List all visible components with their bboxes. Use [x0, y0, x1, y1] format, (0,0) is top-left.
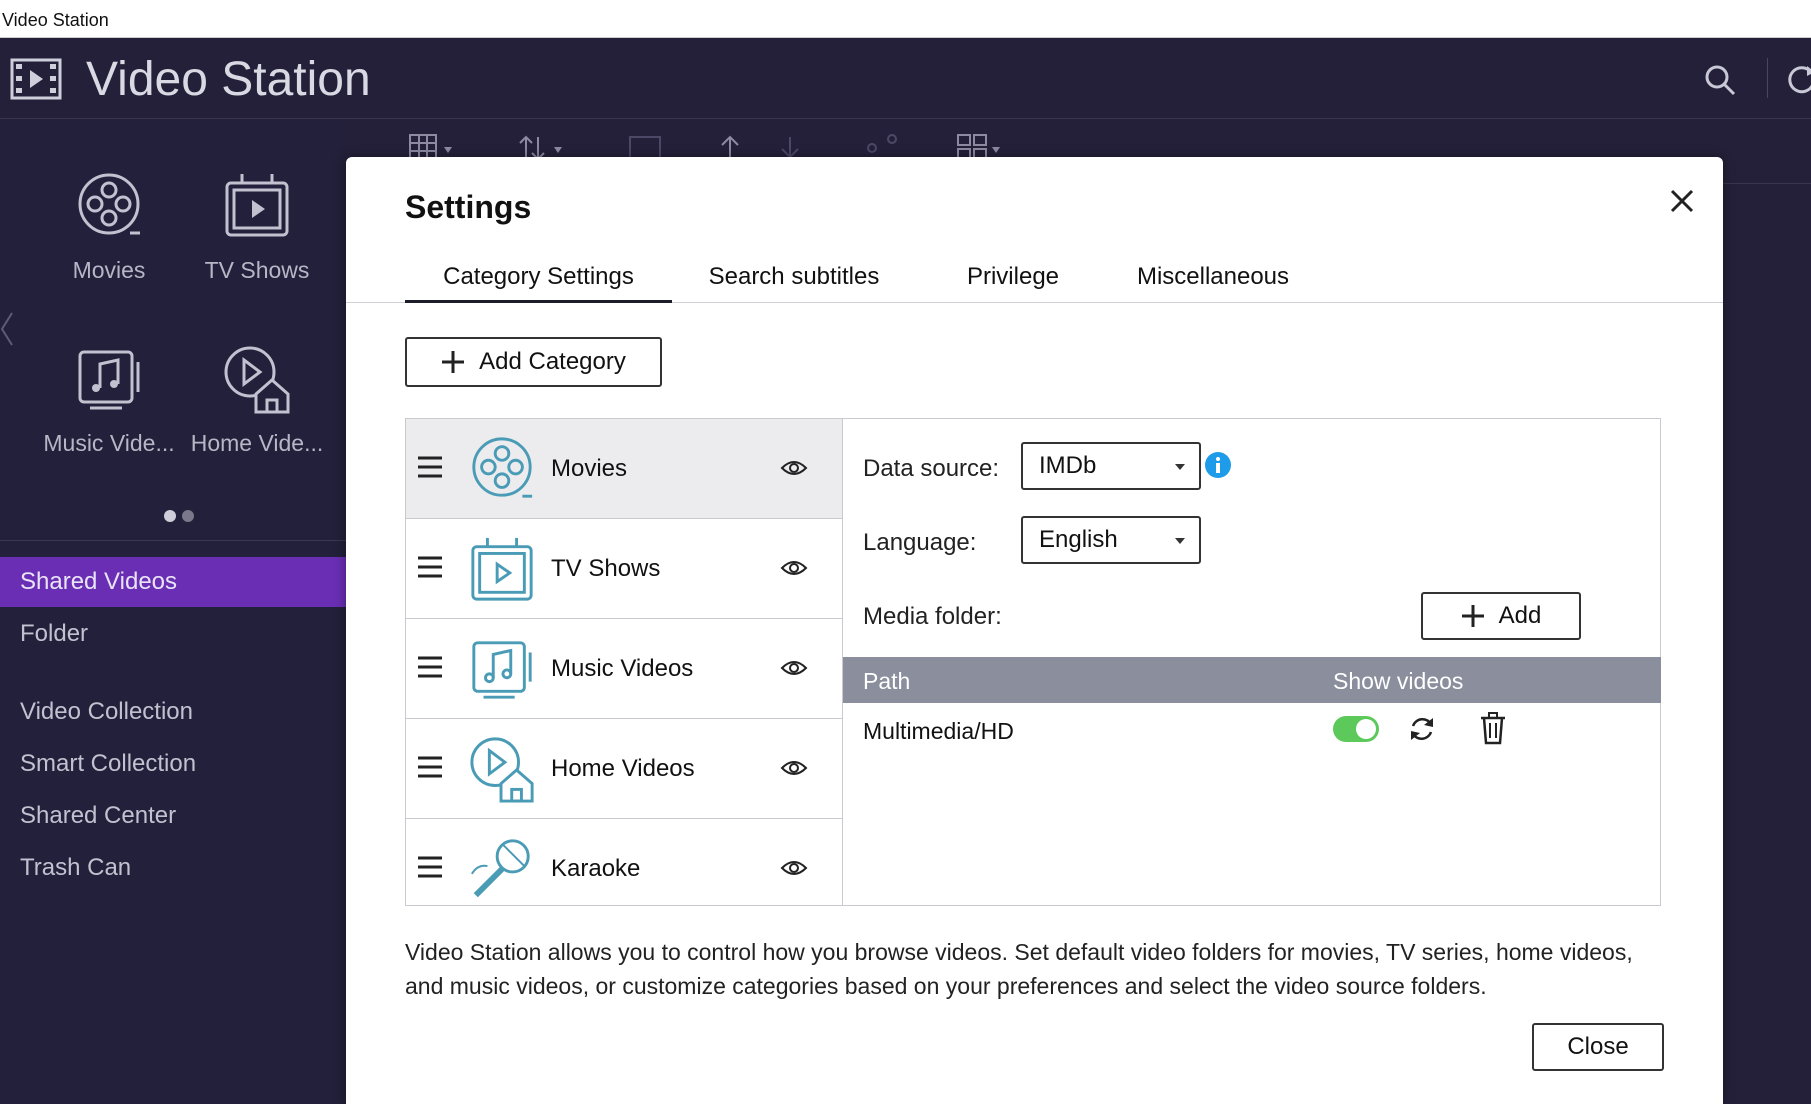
- category-name: TV Shows: [551, 555, 661, 582]
- eye-icon[interactable]: [780, 656, 808, 680]
- microphone-icon: [471, 839, 530, 898]
- language-value: English: [1039, 526, 1118, 553]
- refresh-icon[interactable]: [1785, 62, 1811, 98]
- search-icon[interactable]: [1703, 63, 1737, 97]
- drag-handle-icon[interactable]: [416, 554, 444, 580]
- sidebar-tile-label: TV Shows: [204, 257, 310, 283]
- language-label: Language:: [863, 529, 977, 556]
- plus-icon: [442, 351, 465, 373]
- drag-handle-icon[interactable]: [416, 854, 444, 880]
- content-area: [1722, 184, 1811, 1104]
- category-name: Movies: [551, 455, 628, 482]
- sidebar: Movies TV Shows Music Vide... Home Vide.…: [0, 119, 346, 1104]
- sidebar-tile-music-videos[interactable]: Music Vide...: [34, 344, 184, 457]
- eye-icon[interactable]: [780, 556, 808, 580]
- tab-bar: Category Settings Search subtitles Privi…: [346, 257, 1723, 303]
- app-header: Video Station: [0, 38, 1811, 119]
- eye-icon[interactable]: [780, 856, 808, 880]
- home-video-icon: [470, 737, 534, 803]
- nav-shared-videos[interactable]: Shared Videos: [0, 557, 346, 607]
- caret-down-icon: [1175, 464, 1185, 470]
- media-folder-label: Media folder:: [863, 603, 1002, 630]
- add-folder-label: Add: [1498, 602, 1542, 629]
- chevron-left-icon[interactable]: [0, 309, 14, 349]
- sidebar-tile-label: Movies: [72, 257, 146, 283]
- category-row-home-videos[interactable]: Home Videos: [406, 719, 842, 819]
- add-category-button[interactable]: Add Category: [405, 337, 662, 387]
- category-list: Movies TV Shows Music Videos Home Videos…: [406, 419, 843, 905]
- data-source-select[interactable]: IMDb: [1021, 442, 1201, 490]
- settings-dialog: Settings Category Settings Search subtit…: [346, 157, 1723, 1104]
- close-button[interactable]: Close: [1532, 1023, 1664, 1071]
- film-reel-icon: [78, 173, 140, 235]
- carousel-dot[interactable]: [182, 510, 194, 522]
- sidebar-divider: [0, 540, 346, 541]
- category-name: Karaoke: [551, 855, 641, 882]
- sidebar-tile-home-videos[interactable]: Home Vide...: [182, 344, 332, 457]
- window-titlebar: Video Station: [0, 0, 1811, 38]
- sidebar-tile-movies[interactable]: Movies: [34, 171, 184, 284]
- tab-category-settings[interactable]: Category Settings: [405, 263, 672, 303]
- window-title: Video Station: [2, 10, 109, 30]
- folder-table-header: Path Show videos: [843, 657, 1661, 703]
- app-title: Video Station: [86, 53, 371, 106]
- music-video-icon: [78, 350, 140, 410]
- carousel-dots[interactable]: [164, 509, 200, 527]
- tv-icon: [225, 174, 289, 237]
- eye-icon[interactable]: [780, 756, 808, 780]
- add-folder-button[interactable]: Add: [1421, 592, 1581, 640]
- trash-icon[interactable]: [1478, 711, 1508, 745]
- language-select[interactable]: English: [1021, 516, 1201, 564]
- plus-icon: [1461, 605, 1484, 627]
- header-divider: [1767, 58, 1768, 98]
- close-icon[interactable]: [1666, 185, 1698, 217]
- eye-icon[interactable]: [780, 456, 808, 480]
- category-row-music-videos[interactable]: Music Videos: [406, 619, 842, 719]
- drag-handle-icon[interactable]: [416, 754, 444, 780]
- add-category-label: Add Category: [479, 348, 626, 375]
- nav-video-collection[interactable]: Video Collection: [0, 687, 346, 737]
- settings-description: Video Station allows you to control how …: [405, 939, 1633, 999]
- refresh-icon[interactable]: [1406, 713, 1438, 745]
- drag-handle-icon[interactable]: [416, 654, 444, 680]
- category-row-movies[interactable]: Movies: [406, 419, 842, 519]
- info-icon[interactable]: [1204, 451, 1232, 479]
- close-button-label: Close: [1567, 1033, 1629, 1060]
- tv-icon: [471, 537, 533, 601]
- category-row-tv-shows[interactable]: TV Shows: [406, 519, 842, 619]
- category-panel: Movies TV Shows Music Videos Home Videos…: [405, 418, 1661, 906]
- tab-privilege[interactable]: Privilege: [950, 263, 1076, 303]
- category-name: Music Videos: [551, 655, 694, 682]
- drag-handle-icon[interactable]: [416, 454, 444, 480]
- nav-shared-center[interactable]: Shared Center: [0, 791, 346, 841]
- film-reel-icon: [472, 437, 533, 498]
- home-video-icon: [224, 346, 290, 414]
- column-header-show-videos: Show videos: [1333, 668, 1464, 694]
- data-source-label: Data source:: [863, 455, 1000, 482]
- category-row-karaoke[interactable]: Karaoke: [406, 819, 842, 905]
- folder-path: Multimedia/HD: [863, 718, 1014, 744]
- dialog-title: Settings: [405, 189, 532, 225]
- category-name: Home Videos: [551, 755, 695, 782]
- show-videos-toggle[interactable]: [1333, 716, 1379, 742]
- tab-miscellaneous[interactable]: Miscellaneous: [1128, 263, 1298, 303]
- sidebar-tile-tv-shows[interactable]: TV Shows: [182, 171, 332, 284]
- carousel-dot[interactable]: [164, 510, 176, 522]
- tab-search-subtitles[interactable]: Search subtitles: [694, 263, 894, 303]
- caret-down-icon: [1175, 538, 1185, 544]
- nav-smart-collection[interactable]: Smart Collection: [0, 739, 346, 789]
- nav-trash-can[interactable]: Trash Can: [0, 843, 346, 893]
- nav-folder[interactable]: Folder: [0, 609, 346, 659]
- column-header-path: Path: [863, 668, 911, 694]
- film-strip-icon: [10, 58, 62, 100]
- sidebar-tile-label: Home Vide...: [190, 430, 324, 456]
- music-video-icon: [472, 641, 532, 699]
- data-source-value: IMDb: [1039, 452, 1097, 479]
- sidebar-tile-label: Music Vide...: [43, 430, 175, 456]
